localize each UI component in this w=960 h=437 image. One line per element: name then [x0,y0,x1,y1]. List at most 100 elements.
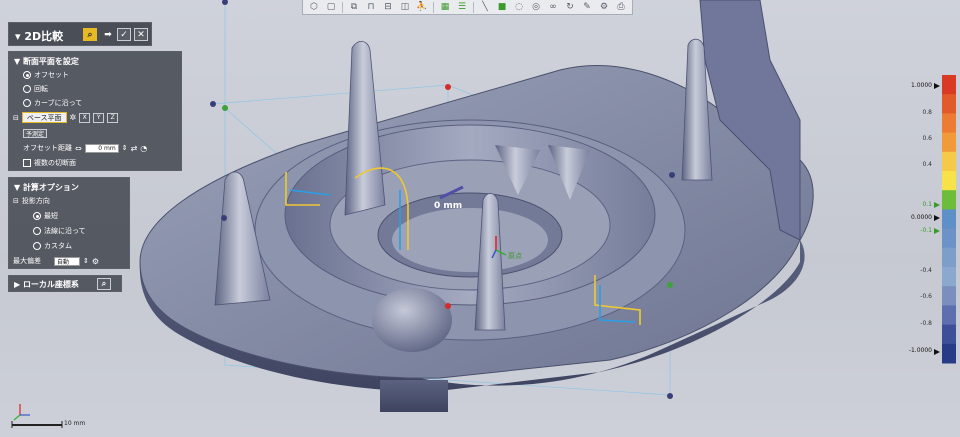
dome-base [380,380,448,412]
target-icon[interactable]: ◎ [528,1,544,14]
tool-header: ▾ 2D比較 ⌕ ➡ ✓ ✕ [8,22,152,46]
circle-icon[interactable]: ◌ [511,1,527,14]
layout-icon[interactable]: ⊟ [380,1,396,14]
list-icon[interactable]: ☰ [454,1,470,14]
scale-label: 0.4 [922,161,932,168]
figure-icon[interactable]: ⛹ [414,1,430,14]
export-icon[interactable]: ⎙ [613,1,629,14]
scale-pointer-handle[interactable] [934,228,940,234]
tool-title-text: 2D比較 [24,30,64,43]
scale-label-zero: 0.0000 [911,214,932,221]
collapse-icon[interactable]: ⊟ [13,114,19,122]
plane-settings-icon[interactable]: ✲ [70,113,77,122]
scale-label-lower-tol: -0.1 [920,227,932,234]
plane-icon[interactable]: ⊓ [363,1,379,14]
scale-label-min: -1.0000 [908,347,932,354]
offset-distance-row: オフセット距離 ⇔ 0 mm ⇕ ⇄ ◔ [23,143,147,153]
base-plane-selector[interactable]: ベース平面 [21,112,67,123]
projection-row: ⊟ 投影方向 [13,196,50,206]
toolbar-divider [342,1,343,13]
scale-label-max: 1.0000 [911,82,932,89]
max-deviation-row: 最大偏差 自動 ⇕ ⚙ [13,256,99,266]
spinner-icon[interactable]: ⇕ [83,257,89,265]
preview-button[interactable]: ⌕ [83,28,97,41]
cancel-button[interactable]: ✕ [134,28,148,41]
color-scale-swatch [942,228,956,249]
scale-pointer-handle[interactable] [934,349,940,355]
predefined-button[interactable]: 予測定 [23,129,48,138]
scale-label: -0.8 [920,320,932,327]
color-scale-swatch [942,113,956,134]
radio-rotate[interactable] [23,85,31,93]
calc-options-title[interactable]: ▼ 計算オプション [14,182,79,193]
color-scale-swatch [942,151,956,172]
option-offset-label: オフセット [34,71,69,79]
offset-distance-label: オフセット距離 [23,144,72,152]
color-scale-swatch [942,267,956,287]
grid-icon[interactable]: ▦ [437,1,453,14]
radio-offset[interactable] [23,71,31,79]
local-coords-search-button[interactable]: ⌕ [97,278,111,290]
option-shortest[interactable]: 最短 [33,211,58,221]
multiple-sections-row[interactable]: 複数の切断面 [23,158,76,168]
color-scale: 1.0000 0.8 0.6 0.4 0.1 0.0000 -0.1 -0.4 … [890,75,960,365]
offset-distance-input[interactable]: 0 mm [84,143,119,153]
radio-along-curve[interactable] [23,99,31,107]
option-offset[interactable]: オフセット [23,70,69,80]
scale-pointer-handle[interactable] [934,83,940,89]
max-deviation-input[interactable]: 自動 [54,256,80,266]
line-icon[interactable]: ╲ [477,1,493,14]
view-icon[interactable]: ⧉ [346,1,362,14]
option-custom-label: カスタム [44,242,72,250]
edit-icon[interactable]: ✎ [579,1,595,14]
color-scale-swatch [942,75,956,95]
flip-icon[interactable]: ⇄ [131,144,138,153]
axis-z-button[interactable]: Z [107,112,119,123]
section-plane-title[interactable]: ▼ 断面平面を設定 [14,56,79,67]
scale-pointer-handle[interactable] [934,215,940,221]
option-along-curve-label: カーブに沿って [34,99,83,107]
axis-y-button[interactable]: Y [93,112,105,123]
collapse-icon[interactable]: ⊟ [13,197,19,205]
color-scale-swatch [942,305,956,326]
radio-custom[interactable] [33,242,41,250]
dome [372,288,452,352]
box-icon[interactable]: ▢ [323,1,339,14]
split-icon[interactable]: ◫ [397,1,413,14]
fill-icon[interactable]: ■ [494,1,510,14]
multiple-sections-checkbox[interactable] [23,159,31,167]
reset-icon[interactable]: ◔ [140,144,147,153]
top-toolbar: ⬡ ▢ ⧉ ⊓ ⊟ ◫ ⛹ ▦ ☰ ╲ ■ ◌ ◎ ∞ ↻ ✎ ⚙ ⎙ [302,0,633,15]
predefined-row: 予測定 [23,129,48,138]
local-coords-title[interactable]: ▶ ローカル座標系 [14,279,79,290]
scale-bar: 10 mm [8,417,98,433]
scale-label: -0.6 [920,293,932,300]
double-arrow-icon: ⇔ [75,143,82,153]
calc-options-panel: ▼ 計算オプション ⊟ 投影方向 最短 法線に沿って カスタム 最大偏差 自動 … [8,177,130,269]
color-scale-swatch [942,94,956,114]
arrow-icon[interactable]: ↻ [562,1,578,14]
ok-button[interactable]: ✓ [117,28,131,41]
radio-shortest[interactable] [33,212,41,220]
option-shortest-label: 最短 [44,212,58,220]
settings-icon[interactable]: ⚙ [92,257,99,266]
link-icon[interactable]: ∞ [545,1,561,14]
option-custom[interactable]: カスタム [33,241,72,251]
next-button[interactable]: ➡ [101,28,115,41]
scale-pointer-handle[interactable] [934,202,940,208]
spinner-icon[interactable]: ⇕ [122,144,128,152]
scale-label-upper-tol: 0.1 [922,201,932,208]
select-icon[interactable]: ⬡ [306,1,322,14]
scale-label: -0.4 [920,267,932,274]
max-deviation-label: 最大偏差 [13,257,41,265]
option-rotate[interactable]: 回転 [23,84,48,94]
radio-normal[interactable] [33,227,41,235]
gear-icon[interactable]: ⚙ [596,1,612,14]
axis-x-button[interactable]: X [79,112,91,123]
color-scale-swatch [942,324,956,345]
color-scale-swatch [942,286,956,306]
option-along-curve[interactable]: カーブに沿って [23,98,82,108]
option-normal[interactable]: 法線に沿って [33,226,86,236]
measure-label: 0 mm [434,201,462,211]
toolbar-divider [473,1,474,13]
